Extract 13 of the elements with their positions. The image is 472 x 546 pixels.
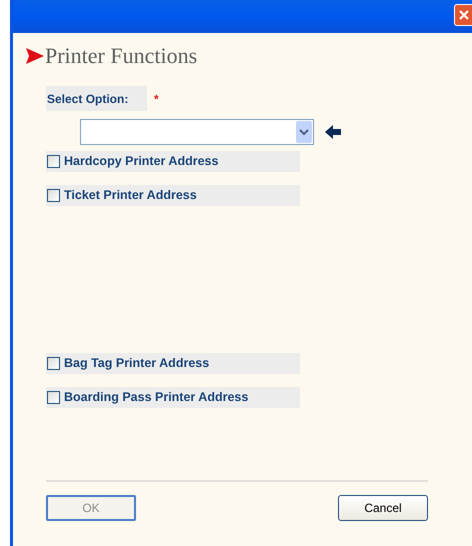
option-dropdown[interactable] [80, 119, 314, 145]
cancel-button[interactable]: Cancel [338, 495, 428, 521]
chevron-icon [25, 47, 45, 65]
close-icon[interactable] [454, 4, 472, 26]
option-checkbox[interactable]: Bag Tag Printer Address [46, 353, 300, 374]
option-checkbox[interactable]: Boarding Pass Printer Address [46, 387, 300, 408]
required-mark: * [154, 90, 159, 108]
left-arrow-icon [325, 125, 341, 139]
select-label: Select Option: [46, 86, 147, 111]
option-checkbox[interactable]: Ticket Printer Address [46, 185, 300, 206]
option-checkbox[interactable]: Hardcopy Printer Address [46, 151, 300, 172]
dropdown-caret-icon[interactable] [296, 121, 312, 143]
dialog-title: Printer Functions [45, 45, 198, 67]
